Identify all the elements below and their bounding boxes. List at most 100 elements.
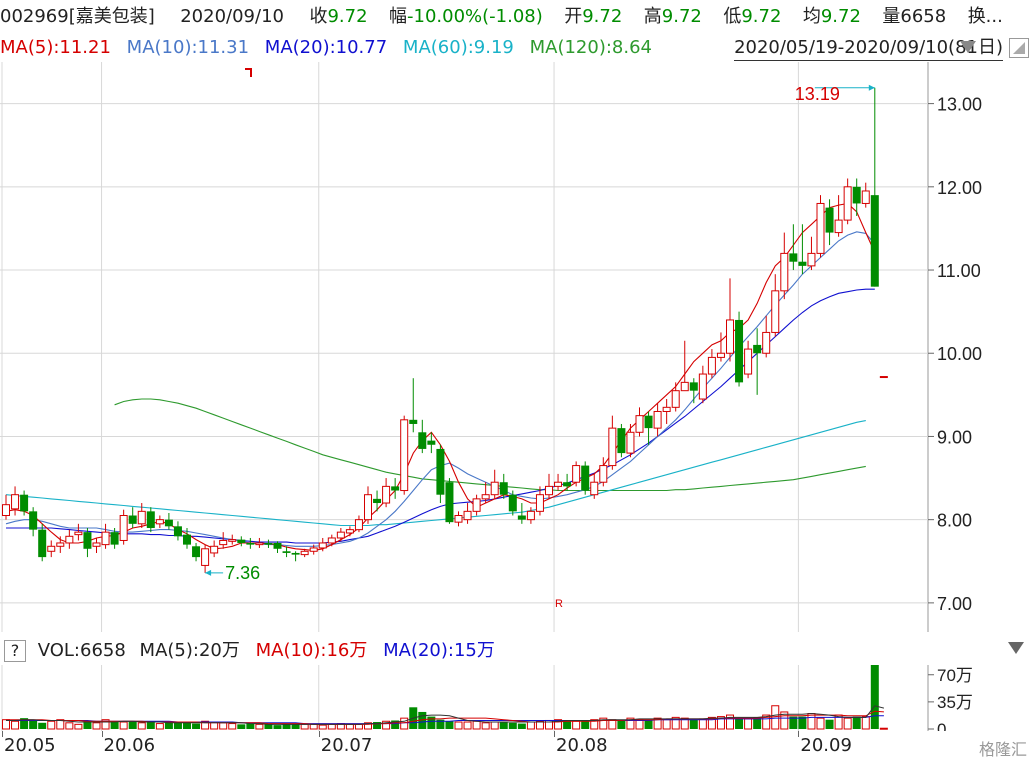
candle-body-up xyxy=(671,390,680,408)
volume-bar-down xyxy=(499,722,508,729)
candle-body-up xyxy=(74,531,83,536)
candle-body-down xyxy=(427,440,436,445)
candle-body-up xyxy=(762,331,771,354)
volume-bar-down xyxy=(237,724,246,729)
volume-bar-up xyxy=(526,721,535,730)
low-pointer-arrow xyxy=(205,569,212,576)
expand-box-icon[interactable] xyxy=(1009,38,1029,58)
candle-body-down xyxy=(409,419,418,424)
help-icon[interactable]: ? xyxy=(4,640,26,662)
candle-body-up xyxy=(662,406,671,412)
volume-bar-up xyxy=(454,721,463,730)
candle-body-up xyxy=(65,535,74,544)
stock-code[interactable]: 002969[嘉美包装] xyxy=(0,6,155,27)
volume-bar-up xyxy=(608,719,617,730)
volume-bar-up xyxy=(354,723,363,730)
x-tick-label: 20.06 xyxy=(103,735,156,756)
volume-bar-down xyxy=(192,723,201,729)
x-axis: 20.05 20.06 20.07 20.08 20.09 xyxy=(0,731,1031,761)
high-annotation: 13.19 xyxy=(795,84,840,104)
ma10-legend: MA(10):11.31 xyxy=(126,37,250,58)
volume-bar-up xyxy=(345,723,354,730)
candle-body-down xyxy=(789,253,798,262)
candle-body-down xyxy=(735,319,744,383)
rights-marker: R xyxy=(555,598,563,610)
candle-body-up xyxy=(716,352,725,358)
candle-body-down xyxy=(183,534,191,545)
volume-bar-up xyxy=(137,722,146,730)
low-label: 低 xyxy=(723,6,742,27)
vol-tick-label: 35万 xyxy=(937,693,973,712)
candle-body-down xyxy=(563,482,572,487)
close-label: 收 xyxy=(309,6,328,27)
volume-bar-up xyxy=(300,723,309,730)
volume-bar-up xyxy=(318,724,327,730)
candle-body-down xyxy=(581,465,590,491)
candle-body-up xyxy=(309,547,318,552)
candle-body-up xyxy=(400,419,409,492)
volume-bar-down xyxy=(246,723,255,729)
candle-body-up xyxy=(481,494,490,500)
candle-body-up xyxy=(698,373,707,400)
volume-bar-down xyxy=(735,718,744,729)
candle-body-up xyxy=(463,510,472,521)
volume-bar-down xyxy=(146,722,155,729)
collapse-triangle-icon[interactable] xyxy=(1005,640,1027,662)
candle-body-down xyxy=(870,195,879,287)
candle-body-up xyxy=(590,481,599,496)
volume-bar-up xyxy=(65,722,74,730)
candle-body-up xyxy=(861,190,870,204)
y-tick-label: 10.00 xyxy=(937,344,982,364)
volume-label: 量 xyxy=(882,6,901,27)
volume-bar-down xyxy=(517,723,526,729)
candle-body-up xyxy=(56,542,65,547)
candle-body-down xyxy=(273,542,282,549)
x-tick-mark xyxy=(554,731,556,737)
ma120-legend: MA(120):8.64 xyxy=(529,37,652,58)
candle-body-up xyxy=(255,542,264,546)
x-tick-label: 20.07 xyxy=(320,735,373,756)
candle-body-down xyxy=(445,482,454,523)
candle-body-down xyxy=(237,539,246,543)
candle-body-down xyxy=(517,515,526,520)
candle-body-down xyxy=(798,261,807,266)
volume-bar-down xyxy=(508,722,517,729)
volume-bar-down xyxy=(164,722,173,729)
candle-body-up xyxy=(228,539,237,542)
candle-body-up xyxy=(490,481,499,496)
candle-body-up xyxy=(526,510,535,521)
x-tick-label: 20.09 xyxy=(800,735,852,756)
turnover-label: 换... xyxy=(967,6,1003,27)
corner-marker-icon xyxy=(245,68,252,77)
volume-bar-down xyxy=(689,719,698,729)
open-value: 9.72 xyxy=(582,6,623,27)
candle-body-up xyxy=(535,494,544,512)
low-annotation: 7.36 xyxy=(225,563,260,583)
candle-body-up xyxy=(816,202,825,254)
x-tick-mark xyxy=(318,731,320,737)
candle-body-up xyxy=(92,542,101,547)
volume-bar-up xyxy=(255,723,264,730)
low-value: 9.72 xyxy=(741,6,782,27)
candle-body-up xyxy=(554,481,563,487)
vol-value: VOL:6658 xyxy=(37,640,126,661)
volume-bar-up xyxy=(490,721,499,730)
avg-label: 均 xyxy=(802,6,821,27)
volume-chart[interactable]: 70万 35万 0 xyxy=(0,665,1031,731)
volume-bar-down xyxy=(282,724,291,729)
candle-body-up xyxy=(572,465,581,483)
candle-body-up xyxy=(47,545,56,552)
candle-body-down xyxy=(38,529,47,558)
y-tick-label: 11.00 xyxy=(937,261,981,281)
candle-body-up xyxy=(635,415,644,433)
candle-body-up xyxy=(545,485,553,496)
candle-body-down xyxy=(164,519,173,527)
volume-bar-down xyxy=(644,719,653,729)
candle-body-up xyxy=(11,494,20,510)
dropdown-triangle-icon[interactable] xyxy=(959,40,977,54)
x-tick-mark xyxy=(101,731,103,737)
candle-body-down xyxy=(852,186,861,204)
candle-body-up xyxy=(201,548,210,566)
candle-body-up xyxy=(707,356,716,375)
price-chart[interactable]: 13.00 12.00 11.00 10.00 9.00 8.00 7.00 13.19 7.3… xyxy=(0,62,1031,634)
